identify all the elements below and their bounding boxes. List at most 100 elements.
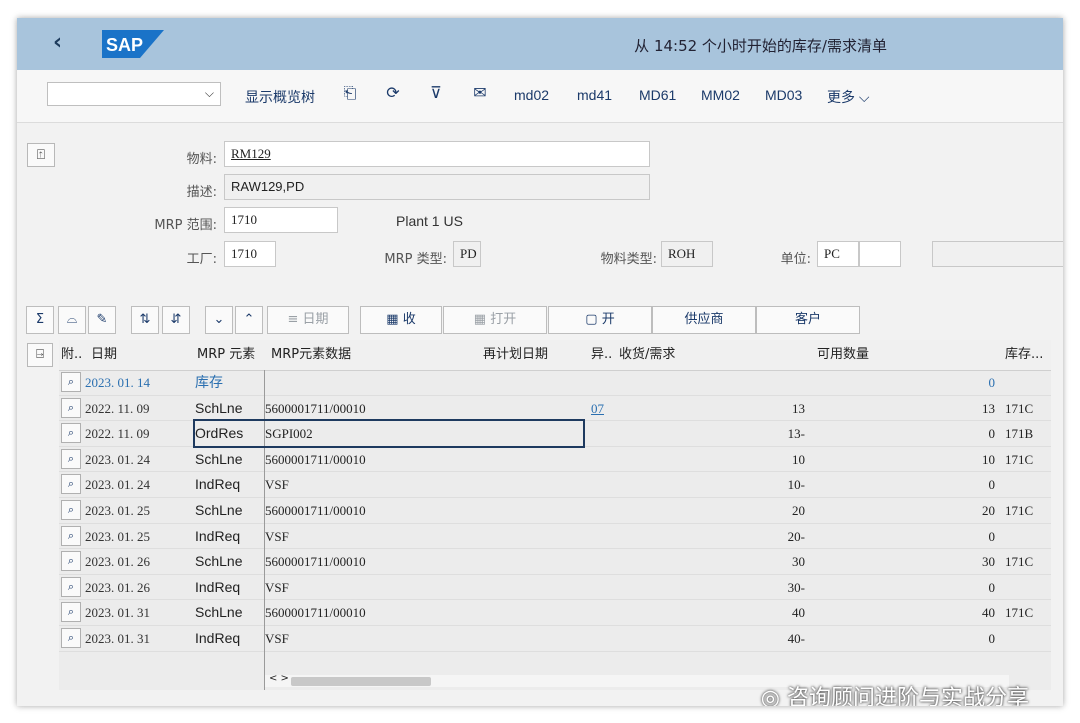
back-button[interactable]: ‹ (53, 30, 62, 55)
cell-data: VSF (265, 631, 289, 646)
cell-qty: 30- (787, 579, 805, 595)
more-menu[interactable]: 更多 ⌵ (827, 87, 870, 107)
mrp-area-field[interactable]: 1710 (224, 207, 338, 233)
customer-button[interactable]: 客户 (756, 306, 860, 334)
cell-date: 2023. 01. 26 (85, 554, 150, 570)
table-row[interactable]: ⌕ 2023. 01. 14 库存 0 (59, 370, 1051, 396)
cell-stor: 171B (1005, 426, 1034, 442)
mail-icon[interactable]: ✉ (469, 83, 491, 105)
scroll-arrows[interactable]: < > (269, 673, 289, 684)
md61-button[interactable]: MD61 (639, 87, 676, 103)
col-att[interactable]: 附.. (61, 340, 83, 371)
zoom-icon[interactable]: ⌕ (61, 474, 81, 495)
table-row[interactable]: ⌕ 2023. 01. 24 SchLne 5600001711/00010 10 10 1… (59, 447, 1051, 473)
start-button[interactable]: ▢ 开 (548, 306, 652, 334)
cell-data: 5600001711/00010 (265, 554, 366, 570)
plant-field[interactable]: 1710 (224, 241, 276, 267)
more-label: 更多 (827, 89, 855, 105)
cell-data: VSF (265, 528, 289, 544)
chevron-down-icon: ⌵ (204, 86, 214, 100)
table-row[interactable]: ⌕ 2023. 01. 26 SchLne 5600001711/00010 30 30 1… (59, 549, 1051, 575)
overview-tree-button[interactable]: 显示概览树 (245, 87, 315, 107)
scroll-thumb[interactable] (291, 677, 431, 686)
table-row[interactable]: ⌕ 2023. 01. 26 IndReq VSF 30- 0 (59, 575, 1051, 601)
unit-extra-field[interactable] (859, 241, 901, 267)
vendor-button[interactable]: 供应商 (652, 306, 756, 334)
table-row[interactable]: ⌕ 2023. 01. 31 IndReq VSF 40- 0 (59, 626, 1051, 652)
selected-cell-frame (193, 419, 585, 448)
table-row[interactable]: ⌕ 2023. 01. 25 SchLne 5600001711/00010 20 20 1… (59, 498, 1051, 524)
cell-avail: 0 (988, 579, 996, 595)
cell-exc[interactable]: 07 (591, 396, 617, 421)
date-button[interactable]: ≡ 日期 (267, 306, 349, 334)
header-toggle-button[interactable]: ⍐ (27, 143, 55, 167)
cell-elem: SchLne (195, 604, 243, 621)
app-toolbar: ⌵ 显示概览树 ⎗ ⟳ ⊽ ✉ md02 md41 MD61 MM02 MD03… (17, 70, 1063, 123)
desc-label: 描述: (186, 185, 217, 200)
cell-elem: IndReq (195, 527, 241, 544)
wechat-icon: ◎ (760, 686, 780, 706)
refresh-icon[interactable]: ⟳ (382, 83, 404, 105)
expand-all-icon[interactable]: ⌄ (205, 306, 233, 334)
mrp-type-field: PD (453, 241, 481, 267)
zoom-icon[interactable]: ⌕ (61, 551, 81, 572)
variant-select[interactable]: ⌵ (47, 82, 221, 106)
cell-qty: 10 (792, 451, 805, 467)
cell-avail: 0 (988, 528, 996, 544)
material-field[interactable]: RM129 (224, 141, 650, 167)
cell-avail: 30 (982, 554, 995, 570)
unit-label: 单位: (780, 252, 811, 267)
cell-date: 2023. 01. 24 (85, 451, 150, 467)
table-row[interactable]: ⌕ 2023. 01. 24 IndReq VSF 10- 0 (59, 472, 1051, 498)
md03-button[interactable]: MD03 (765, 87, 802, 103)
cell-date: 2022. 11. 09 (85, 426, 150, 442)
unit-field[interactable]: PC (817, 241, 859, 267)
exit-icon[interactable]: ⎗ (339, 83, 361, 105)
col-resched[interactable]: 再计划日期 (483, 340, 549, 371)
col-mrp-data[interactable]: MRP元素数据 (271, 340, 352, 371)
receive-button[interactable]: ▦ 收 (360, 306, 442, 334)
col-date[interactable]: 日期 (91, 340, 118, 371)
cell-exc (591, 421, 617, 446)
cell-data: VSF (265, 579, 289, 595)
md41-button[interactable]: md41 (577, 87, 612, 103)
sort-asc-icon[interactable]: ⇅ (131, 306, 159, 334)
start-label: 开 (601, 312, 615, 327)
filter-icon[interactable]: ⊽ (425, 83, 447, 105)
cell-exc (591, 600, 617, 625)
cell-date: 2022. 11. 09 (85, 400, 150, 416)
col-stor[interactable]: 库存... (1005, 340, 1044, 371)
zoom-icon[interactable]: ⌕ (61, 576, 81, 597)
col-exc[interactable]: 异.. (591, 340, 613, 371)
zoom-icon[interactable]: ⌕ (61, 525, 81, 546)
cell-date: 2023. 01. 26 (85, 579, 150, 595)
zoom-icon[interactable]: ⌕ (61, 397, 81, 418)
col-avail[interactable]: 可用数量 (817, 340, 870, 371)
sort-desc-icon[interactable]: ⇵ (162, 306, 190, 334)
open-label: 打开 (490, 312, 517, 327)
table-row[interactable]: ⌕ 2022. 11. 09 SchLne 5600001711/00010 07 13 1… (59, 396, 1051, 422)
cell-qty: 10- (787, 477, 805, 493)
page-title: 从 14:52 个小时开始的库存/需求清单 (634, 37, 887, 55)
table-row[interactable]: ⌕ 2023. 01. 31 SchLne 5600001711/00010 40 40 1… (59, 600, 1051, 626)
sum-button[interactable]: Σ (26, 306, 54, 334)
table-row[interactable]: ⌕ 2023. 01. 25 IndReq VSF 20- 0 (59, 524, 1051, 550)
zoom-icon[interactable]: ⌕ (61, 423, 81, 444)
zoom-icon[interactable]: ⌕ (61, 448, 81, 469)
zoom-icon[interactable]: ⌕ (61, 372, 81, 392)
mm02-button[interactable]: MM02 (701, 87, 740, 103)
pencil-icon[interactable]: ✎ (88, 306, 116, 334)
md02-button[interactable]: md02 (514, 87, 549, 103)
cell-avail: 20 (982, 503, 995, 518)
calendar-icon: ▦ (473, 312, 487, 327)
open-button[interactable]: ▦ 打开 (443, 306, 547, 334)
col-qty[interactable]: 收货/需求 (619, 340, 676, 371)
sap-logo: SAP (102, 30, 164, 58)
zoom-icon[interactable]: ⌕ (61, 500, 81, 520)
zoom-icon[interactable]: ⌕ (61, 628, 81, 648)
grid-settings-icon[interactable]: ⍈ (27, 343, 53, 367)
collapse-all-icon[interactable]: ⌃ (235, 306, 263, 334)
col-mrp-elem[interactable]: MRP 元素 (197, 340, 256, 371)
glasses-icon[interactable]: ⌓ (58, 306, 86, 334)
zoom-icon[interactable]: ⌕ (61, 602, 81, 623)
